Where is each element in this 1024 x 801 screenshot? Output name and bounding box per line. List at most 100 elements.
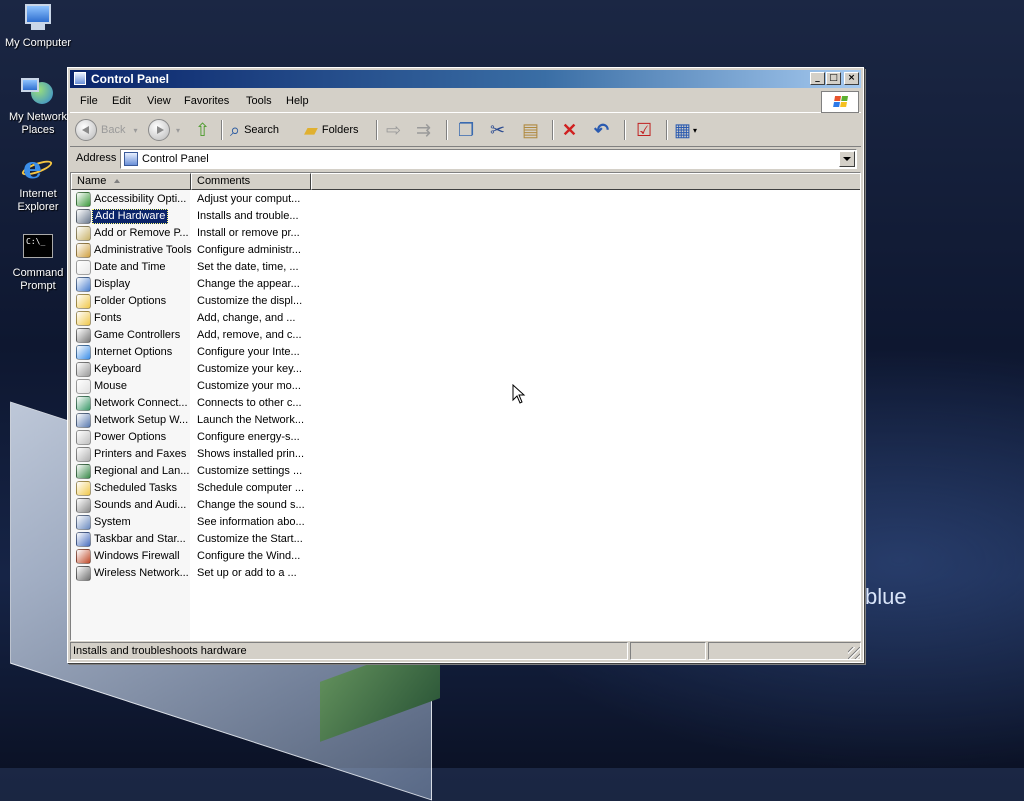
- list-item[interactable]: Wireless Network... Set up or add to a ..…: [71, 565, 311, 582]
- list-item[interactable]: Administrative Tools Configure administr.…: [71, 242, 311, 259]
- list-item[interactable]: Add Hardware Installs and trouble...: [71, 208, 311, 225]
- item-name: Accessibility Opti...: [94, 193, 187, 205]
- resize-grip[interactable]: [848, 647, 860, 659]
- cut-icon: ✂: [490, 120, 506, 140]
- display-icon: [76, 277, 91, 292]
- list-item[interactable]: Network Connect... Connects to other c...: [71, 395, 311, 412]
- menu-help[interactable]: Help: [286, 95, 309, 107]
- globe-icon: [76, 464, 91, 479]
- close-button[interactable]: ×: [844, 72, 859, 85]
- list-item[interactable]: Internet Options Configure your Inte...: [71, 344, 311, 361]
- item-name: Network Connect...: [94, 397, 188, 409]
- my-computer-icon: [21, 2, 55, 34]
- item-comment: Customize settings ...: [197, 465, 303, 477]
- minimize-button[interactable]: _: [810, 72, 825, 85]
- properties-button[interactable]: ☑: [636, 118, 652, 142]
- folder-options-icon: [76, 294, 91, 309]
- column-header-name[interactable]: Name: [71, 173, 191, 190]
- list-item[interactable]: System See information abo...: [71, 514, 311, 531]
- list-item[interactable]: Keyboard Customize your key...: [71, 361, 311, 378]
- maximize-button[interactable]: □: [826, 72, 841, 85]
- item-name: Display: [94, 278, 131, 290]
- item-name: Folder Options: [94, 295, 167, 307]
- list-item[interactable]: Taskbar and Star... Customize the Start..…: [71, 531, 311, 548]
- desktop-icon-my-computer[interactable]: My Computer: [0, 2, 76, 50]
- speaker-icon: [76, 498, 91, 513]
- undo-button[interactable]: ↶: [594, 118, 609, 142]
- game-controller-icon: [76, 328, 91, 343]
- list-item[interactable]: Windows Firewall Configure the Wind...: [71, 548, 311, 565]
- address-field[interactable]: Control Panel: [120, 149, 857, 169]
- item-comment: Change the sound s...: [197, 499, 305, 511]
- views-dropdown-icon: ▾: [693, 125, 698, 135]
- desktop-icon-internet-explorer[interactable]: e Internet Explorer: [0, 153, 76, 214]
- list-item[interactable]: Mouse Customize your mo...: [71, 378, 311, 395]
- menu-favorites[interactable]: Favorites: [184, 95, 229, 107]
- control-panel-window[interactable]: Control Panel _ □ × File Edit View Favor…: [67, 67, 864, 663]
- menu-view[interactable]: View: [147, 95, 171, 107]
- item-comment: Set the date, time, ...: [197, 261, 299, 273]
- mouse-icon: [76, 379, 91, 394]
- item-name: Windows Firewall: [94, 550, 180, 562]
- search-button[interactable]: ⌕ Search: [230, 118, 279, 142]
- item-comment: Configure administr...: [197, 244, 301, 256]
- power-options-icon: [76, 430, 91, 445]
- desktop-icon-command-prompt[interactable]: C:\_ Command Prompt: [0, 232, 76, 293]
- list-item[interactable]: Add or Remove P... Install or remove pr..…: [71, 225, 311, 242]
- title-bar[interactable]: Control Panel _ □ ×: [70, 70, 861, 88]
- add-remove-programs-icon: [76, 226, 91, 241]
- delete-button[interactable]: ✕: [562, 118, 577, 142]
- desktop-icon-label: Internet Explorer: [17, 188, 59, 213]
- column-header-comments[interactable]: Comments: [191, 173, 311, 190]
- item-name: Keyboard: [94, 363, 142, 375]
- network-setup-icon: [76, 413, 91, 428]
- list-item[interactable]: Printers and Faxes Shows installed prin..…: [71, 446, 311, 463]
- up-folder-button[interactable]: ⇧: [195, 118, 210, 142]
- paste-button[interactable]: ▤: [522, 118, 539, 142]
- taskbar-icon: [76, 532, 91, 547]
- move-to-button[interactable]: ⇨: [386, 118, 401, 142]
- list-item[interactable]: Folder Options Customize the displ...: [71, 293, 311, 310]
- printer-icon: [76, 447, 91, 462]
- desktop-icon-my-network-places[interactable]: My Network Places: [0, 76, 76, 137]
- item-name: Wireless Network...: [94, 567, 189, 579]
- back-button[interactable]: Back ▾: [75, 118, 137, 142]
- list-item[interactable]: Game Controllers Add, remove, and c...: [71, 327, 311, 344]
- item-name: Power Options: [94, 431, 167, 443]
- list-item[interactable]: Regional and Lan... Customize settings ..…: [71, 463, 311, 480]
- views-button[interactable]: ▦ ▾: [674, 118, 697, 142]
- item-comment: Add, change, and ...: [197, 312, 296, 324]
- list-item[interactable]: Power Options Configure energy-s...: [71, 429, 311, 446]
- administrative-tools-icon: [76, 243, 91, 258]
- menu-tools[interactable]: Tools: [246, 95, 272, 107]
- copy-to-button[interactable]: ⇉: [416, 118, 431, 142]
- item-comment: Connects to other c...: [197, 397, 302, 409]
- cut-button[interactable]: ✂: [490, 118, 505, 142]
- address-dropdown-button[interactable]: [839, 151, 855, 167]
- item-comment: Shows installed prin...: [197, 448, 304, 460]
- accessibility-icon: [76, 192, 91, 207]
- forward-button[interactable]: ▾: [148, 118, 180, 142]
- address-value: Control Panel: [142, 153, 209, 165]
- copy-button[interactable]: ❐: [458, 118, 474, 142]
- system-icon: [76, 515, 91, 530]
- item-comment: Configure energy-s...: [197, 431, 300, 443]
- firewall-icon: [76, 549, 91, 564]
- item-comment: Customize your mo...: [197, 380, 301, 392]
- item-comment: Configure your Inte...: [197, 346, 300, 358]
- forward-dropdown-icon: ▾: [176, 125, 181, 135]
- control-panel-list[interactable]: Name Comments Accessibility Opti... Adjus…: [70, 172, 861, 641]
- desktop-icon-label: My Computer: [4, 37, 72, 49]
- menu-edit[interactable]: Edit: [112, 95, 131, 107]
- internet-explorer-icon: e: [20, 153, 55, 185]
- list-item[interactable]: Scheduled Tasks Schedule computer ...: [71, 480, 311, 497]
- menu-file[interactable]: File: [80, 95, 98, 107]
- list-item[interactable]: Fonts Add, change, and ...: [71, 310, 311, 327]
- list-item[interactable]: Network Setup W... Launch the Network...: [71, 412, 311, 429]
- control-panel-icon: [124, 152, 138, 166]
- list-item[interactable]: Date and Time Set the date, time, ...: [71, 259, 311, 276]
- folders-button[interactable]: ▰ Folders: [304, 118, 359, 142]
- list-item[interactable]: Sounds and Audi... Change the sound s...: [71, 497, 311, 514]
- list-item[interactable]: Display Change the appear...: [71, 276, 311, 293]
- list-item[interactable]: Accessibility Opti... Adjust your comput.…: [71, 191, 311, 208]
